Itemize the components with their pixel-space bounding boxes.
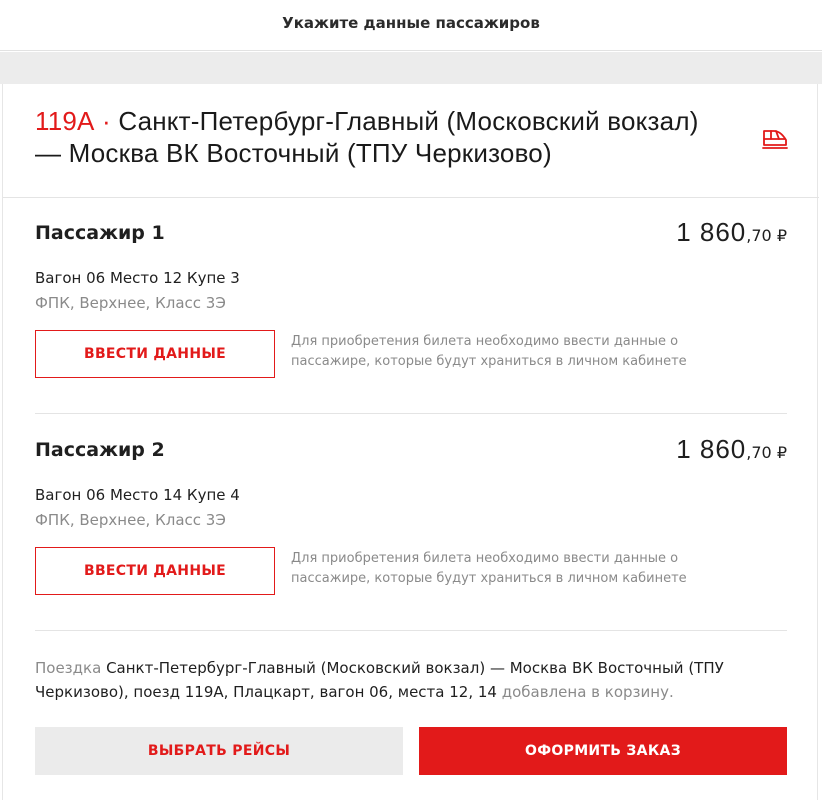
checkout-button[interactable]: ОФОРМИТЬ ЗАКАЗ: [419, 727, 787, 775]
currency-symbol: ₽: [776, 226, 787, 245]
enter-passenger-data-button[interactable]: ВВЕСТИ ДАННЫЕ: [35, 330, 275, 378]
price-main: 1 860: [676, 434, 747, 464]
price-fraction: ,70: [746, 226, 772, 245]
currency-symbol: ₽: [776, 443, 787, 462]
route-name: Санкт-Петербург-Главный (Московский вокз…: [35, 106, 699, 168]
divider: [35, 413, 787, 414]
route-title: 119А · Санкт-Петербург-Главный (Московск…: [35, 105, 715, 169]
price-main: 1 860: [676, 217, 747, 247]
passenger-block-1: Пассажир 1 1 860,70 ₽ Вагон 06 Место 12 …: [35, 217, 787, 392]
passenger-hint: Для приобретения билета необходимо ввест…: [291, 551, 687, 586]
cart-message-prefix: Поездка: [35, 659, 102, 677]
passenger-price: 1 860,70 ₽: [676, 217, 787, 248]
divider: [35, 630, 787, 631]
separator-dot: ·: [94, 106, 119, 136]
page-title: Укажите данные пассажиров: [282, 14, 540, 32]
route-header: 119А · Санкт-Петербург-Главный (Московск…: [3, 84, 819, 198]
cart-notification: Поездка Санкт-Петербург-Главный (Московс…: [35, 656, 795, 704]
choose-trips-button[interactable]: ВЫБРАТЬ РЕЙСЫ: [35, 727, 403, 775]
passenger-place: Вагон 06 Место 14 Купе 4: [35, 486, 240, 504]
passenger-hint: Для приобретения билета необходимо ввест…: [291, 334, 687, 369]
passenger-place: Вагон 06 Место 12 Купе 3: [35, 269, 240, 287]
train-icon: [762, 130, 788, 149]
enter-passenger-data-button[interactable]: ВВЕСТИ ДАННЫЕ: [35, 547, 275, 595]
cart-message-suffix: добавлена в корзину.: [501, 683, 674, 701]
page-background-gap: [0, 52, 822, 84]
passenger-class: ФПК, Верхнее, Класс 3Э: [35, 294, 226, 312]
train-number: 119А: [35, 106, 95, 136]
passenger-name: Пассажир 1: [35, 222, 165, 244]
passenger-price: 1 860,70 ₽: [676, 434, 787, 465]
price-fraction: ,70: [746, 443, 772, 462]
order-card: 119А · Санкт-Петербург-Главный (Московск…: [2, 84, 819, 800]
top-bar: Укажите данные пассажиров: [0, 0, 822, 51]
passenger-class: ФПК, Верхнее, Класс 3Э: [35, 511, 226, 529]
passenger-block-2: Пассажир 2 1 860,70 ₽ Вагон 06 Место 14 …: [35, 434, 787, 609]
passenger-name: Пассажир 2: [35, 439, 165, 461]
